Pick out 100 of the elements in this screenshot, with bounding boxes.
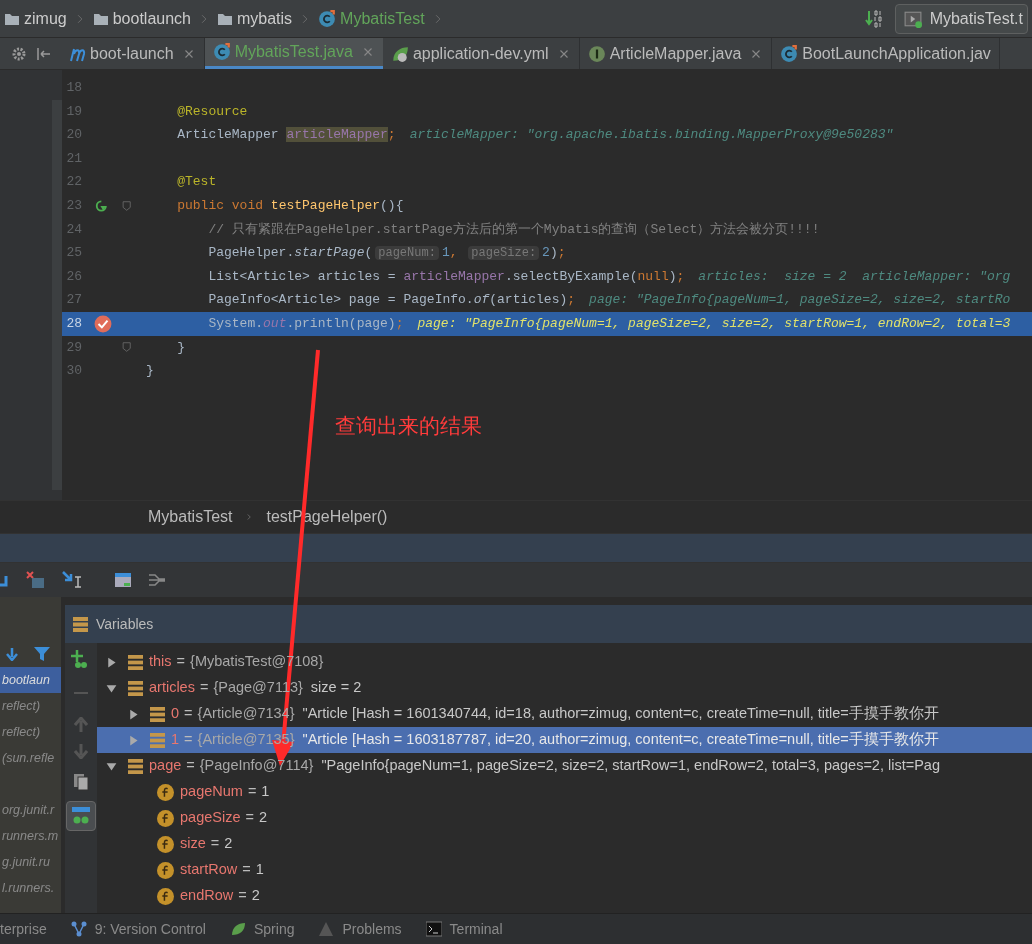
copy-icon[interactable] xyxy=(73,773,89,791)
code-line: @Resource xyxy=(176,102,248,121)
tool-window-button[interactable]: 9: Version Control xyxy=(70,918,206,940)
line-number: 22 xyxy=(65,173,82,192)
interface-icon xyxy=(587,44,606,63)
branch-icon xyxy=(70,921,87,937)
object-icon xyxy=(150,706,165,722)
class-icon xyxy=(318,9,337,28)
line-number: 28 xyxy=(65,315,82,333)
variable-row[interactable]: startRow = 1 xyxy=(97,857,1032,883)
stack-frame[interactable]: reflect) xyxy=(0,719,61,745)
step-out-icon[interactable] xyxy=(62,571,82,589)
settings-icon[interactable] xyxy=(11,45,27,62)
line-number: 27 xyxy=(65,291,82,310)
code-line: public void testPageHelper(){ xyxy=(176,197,404,215)
variable-row[interactable]: pageSize = 2 xyxy=(97,805,1032,831)
down-arrow-icon[interactable] xyxy=(6,647,18,661)
stack-frame[interactable]: l.runners. xyxy=(0,875,61,901)
variable-text: endRow = 2 xyxy=(180,886,260,906)
watches-toggle-button[interactable] xyxy=(66,801,96,831)
line-number: 29 xyxy=(65,338,82,357)
variable-text: pageNum = 1 xyxy=(180,782,270,802)
expand-arrow-icon[interactable] xyxy=(127,707,140,721)
glasses-icon xyxy=(71,806,91,826)
terminal-icon xyxy=(425,921,442,937)
field-icon xyxy=(157,861,174,879)
object-icon xyxy=(128,680,143,696)
field-icon xyxy=(157,809,174,827)
field-icon xyxy=(157,783,174,801)
class-icon xyxy=(212,43,231,61)
object-icon xyxy=(150,732,165,748)
breadcrumb-item[interactable]: MybatisTest xyxy=(340,6,425,31)
line-number: 24 xyxy=(65,220,82,239)
run-configuration-dropdown[interactable]: MybatisTest.t xyxy=(894,3,1028,34)
settings-lines-icon[interactable] xyxy=(148,572,166,588)
code-line: } xyxy=(176,338,185,357)
stack-frame[interactable]: bootlaun xyxy=(0,667,61,693)
expand-arrow-icon[interactable] xyxy=(105,655,118,669)
code-line: @Test xyxy=(176,173,217,192)
editor-tab[interactable]: application-dev.yml xyxy=(382,38,580,69)
editor-tab[interactable]: BootLaunchApplication.jav xyxy=(772,38,1000,69)
editor-tab[interactable]: ArticleMapper.java xyxy=(579,38,773,69)
line-number: 18 xyxy=(65,79,82,98)
code-line: List<Article> articles = articleMapper.selectByExample(null); xyxy=(207,267,685,286)
stack-frame[interactable]: (sun.refle xyxy=(0,745,61,771)
breadcrumb-item[interactable]: MybatisTest xyxy=(148,505,233,529)
code-line: PageHelper.startPage( pageNum: 1, pageSize: 2); xyxy=(207,244,566,263)
code-line: ArticleMapper articleMapper; xyxy=(176,126,396,145)
filter-icon[interactable] xyxy=(34,646,50,662)
class-icon xyxy=(780,44,799,63)
inline-debug-value: page: "PageInfo{pageNum=1, pageSize=2, size=2, startRow=1, endRow=2, total=3 xyxy=(417,315,1011,333)
hide-panel-icon[interactable] xyxy=(35,45,51,62)
object-icon xyxy=(128,654,143,670)
tool-window-button[interactable]: terprise xyxy=(0,918,47,940)
inline-debug-value: articleMapper: "org.apache.ibatis.binding.MapperProxy@9e50283" xyxy=(409,126,894,145)
variable-text: size = 2 xyxy=(180,834,233,854)
code-line: } xyxy=(145,362,154,381)
fold-marker-icon[interactable] xyxy=(120,340,132,355)
breadcrumb-item[interactable]: mybatis xyxy=(237,6,293,31)
line-number: 25 xyxy=(65,244,82,263)
object-icon xyxy=(128,758,143,774)
run-configuration-icon xyxy=(903,9,922,28)
field-icon xyxy=(157,835,174,853)
table-icon[interactable] xyxy=(114,572,132,588)
stack-frame[interactable]: reflect) xyxy=(0,693,61,719)
tool-window-button[interactable]: Spring xyxy=(230,918,295,940)
variable-row[interactable]: pageNum = 1 xyxy=(97,779,1032,805)
field-icon xyxy=(157,887,174,905)
stack-frame[interactable]: g.junit.ru xyxy=(0,849,61,875)
inline-debug-value: articles: size = 2 articleMapper: "org xyxy=(698,267,1011,286)
warning-icon xyxy=(318,921,335,937)
fold-marker-icon[interactable] xyxy=(120,198,132,213)
tool-window-button[interactable]: Terminal xyxy=(425,918,503,940)
code-line: System.out.println(page); xyxy=(207,315,404,333)
force-step-icon[interactable] xyxy=(26,571,46,589)
variable-row[interactable]: size = 2 xyxy=(97,831,1032,857)
variable-text: startRow = 1 xyxy=(180,860,264,880)
tool-window-button[interactable]: Problems xyxy=(318,918,402,940)
breadcrumb-item[interactable]: zimug xyxy=(24,6,67,31)
line-number: 23 xyxy=(65,197,82,215)
line-number: 30 xyxy=(65,362,82,381)
variable-text: page = {PageInfo@7114} "PageInfo{pageNum=1, pageSize=2, size=2, startRow=1, endRow=2, total=3, pages=2, list=Pag xyxy=(149,756,940,776)
annotation-text: 查询出来的结果 xyxy=(335,413,482,439)
variable-row[interactable]: endRow = 2 xyxy=(97,883,1032,909)
variable-row[interactable]: page = {PageInfo@7114} "PageInfo{pageNum=1, pageSize=2, size=2, startRow=1, endRow=2, total=3, pages=2, list=Pag xyxy=(97,753,1032,779)
variables-title: Variables xyxy=(96,614,154,634)
breakpoint-icon[interactable] xyxy=(94,314,112,333)
inline-debug-value: page: "PageInfo{pageNum=1, pageSize=2, size=2, startRo xyxy=(589,291,1011,310)
code-line: PageInfo<Article> page = PageInfo.of(articles); xyxy=(207,291,576,310)
stack-frame[interactable]: runners.m xyxy=(0,823,61,849)
line-number: 19 xyxy=(65,102,82,121)
variables-icon xyxy=(73,616,88,632)
line-number: 21 xyxy=(65,149,82,168)
line-number: 20 xyxy=(65,126,82,145)
editor-tab[interactable]: boot-launch xyxy=(62,38,205,69)
breadcrumb-item[interactable]: bootlaunch xyxy=(112,6,191,31)
leaf-icon xyxy=(390,44,409,63)
stack-frame[interactable]: org.junit.r xyxy=(0,797,61,823)
line-number: 26 xyxy=(65,267,82,286)
leaf-icon xyxy=(230,921,246,937)
